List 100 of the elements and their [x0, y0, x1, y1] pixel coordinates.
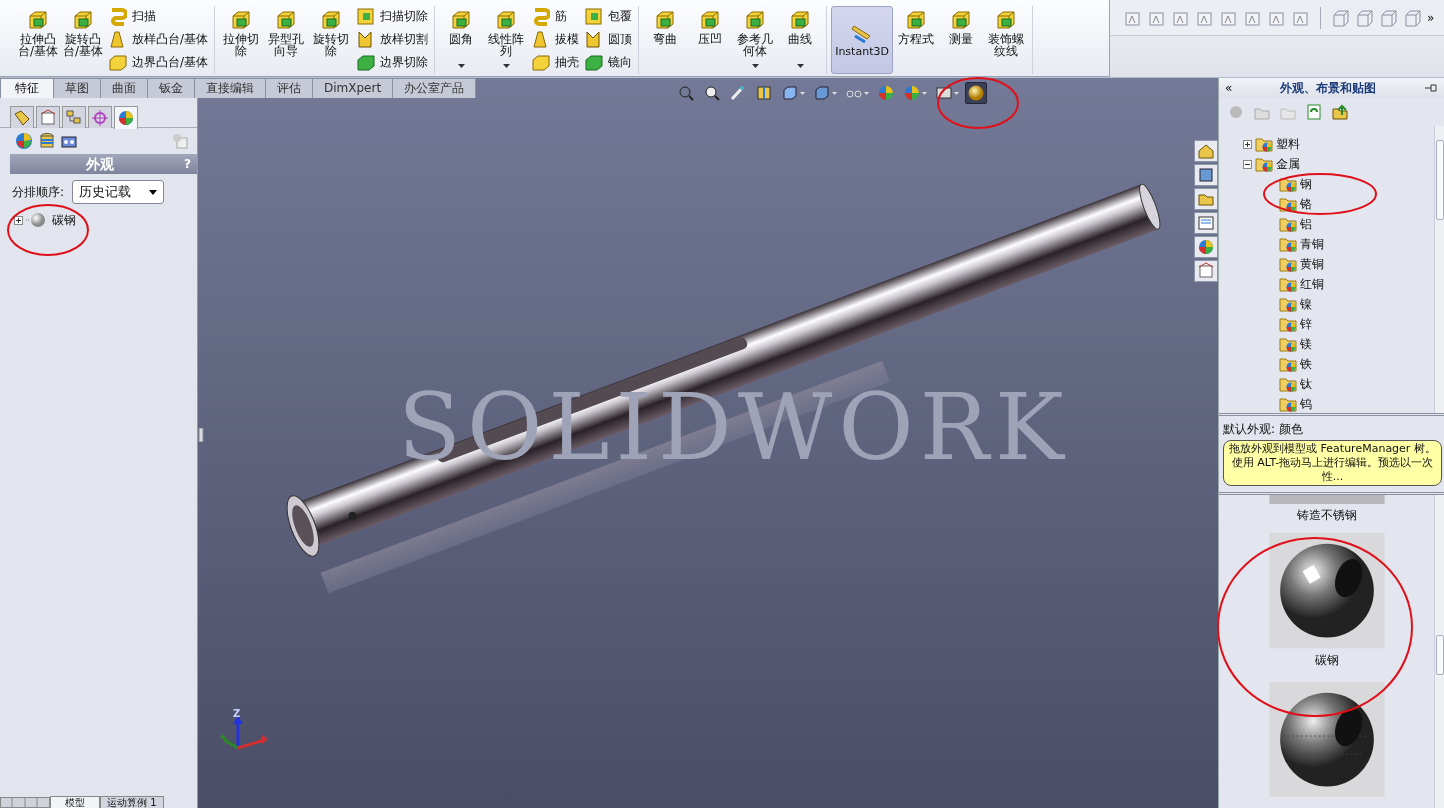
pin-icon[interactable] [1424, 83, 1438, 93]
command-button[interactable]: 圆角 [439, 6, 484, 74]
expand-icon[interactable] [14, 215, 23, 225]
view-icon [903, 84, 921, 102]
tool-button[interactable]: 边界凸台/基体 [108, 52, 209, 72]
command-button[interactable]: 曲线 [778, 6, 823, 74]
cylinder-icon[interactable] [38, 132, 56, 150]
collapse-button[interactable]: « [1225, 79, 1233, 97]
tree-item[interactable]: 碳钢 [52, 211, 76, 229]
tool-button[interactable]: 放样切割 [356, 29, 429, 49]
toolbar-icon[interactable] [1331, 9, 1349, 27]
bottom-tab[interactable]: 模型 [50, 795, 100, 808]
tree-item[interactable]: 镁 [1300, 335, 1312, 353]
toolbar-icon[interactable] [1124, 9, 1142, 27]
tree-item[interactable]: 铁 [1300, 355, 1312, 373]
command-button[interactable]: 测量 [939, 6, 984, 74]
folder-icon [1279, 335, 1297, 353]
feature-tab[interactable]: 钣金 [147, 78, 195, 98]
toolbar-icon[interactable] [1196, 9, 1214, 27]
toolbar-icon[interactable] [1305, 103, 1323, 121]
view-icon [781, 84, 799, 102]
manager-tab[interactable] [10, 106, 34, 128]
tool-button[interactable]: 拔模 [531, 29, 580, 49]
tree-item[interactable]: 黄铜 [1300, 255, 1324, 273]
manager-tab[interactable] [88, 106, 112, 128]
tool-button[interactable]: 筋 [531, 6, 580, 26]
folder-icon [1279, 235, 1297, 253]
command-button[interactable]: 方程式 [894, 6, 939, 74]
tool-button[interactable]: 圆顶 [584, 29, 633, 49]
tree-item[interactable]: 钛 [1300, 375, 1312, 393]
toolbar-icon[interactable] [1355, 9, 1373, 27]
toolbar-icon[interactable] [1331, 103, 1349, 121]
command-button[interactable]: 线性阵列 [484, 6, 529, 74]
tool-button[interactable]: 扫描 [108, 6, 209, 26]
view-icon [755, 84, 773, 102]
view-tool-button[interactable] [965, 82, 987, 104]
command-button[interactable]: 旋转切除 [309, 6, 354, 74]
tool-button[interactable]: 扫描切除 [356, 6, 429, 26]
command-button[interactable]: 异型孔向导 [264, 6, 309, 74]
tree-item[interactable]: 红铜 [1300, 275, 1324, 293]
toolbar-icon[interactable] [1268, 9, 1286, 27]
feature-tab[interactable]: 办公室产品 [392, 78, 477, 98]
navigation-buttons[interactable] [0, 796, 50, 808]
tree-item[interactable]: 青铜 [1300, 235, 1324, 253]
feature-tab[interactable]: DimXpert [312, 78, 394, 98]
task-pane-icon[interactable] [1197, 262, 1215, 280]
feature-tab[interactable]: 曲面 [100, 78, 148, 98]
folder-icon [1279, 395, 1297, 413]
feature-tab[interactable]: 草图 [53, 78, 101, 98]
task-pane-icon[interactable] [1197, 166, 1215, 184]
pane-title: 外观、布景和贴图 [1279, 80, 1378, 97]
bottom-tab[interactable]: 运动算例 1 [100, 795, 164, 808]
collapse-icon[interactable] [1243, 159, 1252, 169]
folder-icon [1279, 255, 1297, 273]
appearance-icon[interactable] [14, 131, 34, 151]
command-button[interactable]: Instant3D [831, 6, 894, 74]
tool-button[interactable]: 镜向 [584, 52, 633, 72]
caret-icon [149, 189, 158, 195]
overflow-button[interactable]: » [1427, 9, 1435, 27]
command-button[interactable]: 弯曲 [643, 6, 688, 74]
command-button[interactable]: 参考几何体 [733, 6, 778, 74]
task-pane-icon[interactable] [1197, 142, 1215, 160]
manager-tab[interactable] [114, 106, 138, 129]
command-button[interactable]: 装饰螺纹线 [984, 6, 1029, 74]
manager-tab[interactable] [62, 106, 86, 128]
tree-item[interactable]: 钢 [1300, 175, 1312, 193]
tool-button[interactable]: 抽壳 [531, 52, 580, 72]
toolbar-icon[interactable] [1148, 9, 1166, 27]
toolbar-icon[interactable] [1172, 9, 1190, 27]
toolbar-icon[interactable] [1292, 9, 1310, 27]
default-appearance-label: 默认外观: 颜色 [1222, 421, 1304, 438]
tree-item[interactable]: 镍 [1300, 295, 1312, 313]
command-button[interactable]: 压凹 [688, 6, 733, 74]
task-pane-icon[interactable] [1197, 238, 1215, 256]
tree-item[interactable]: 金属 [1276, 155, 1300, 173]
task-pane-icon[interactable] [1197, 214, 1215, 232]
sort-dropdown[interactable]: 历史记载 [72, 180, 165, 204]
tree-item[interactable]: 钨 [1300, 395, 1312, 413]
feature-tab[interactable]: 特征 [0, 78, 54, 98]
tool-button[interactable]: 包覆 [584, 6, 633, 26]
tool-button[interactable]: 放样凸台/基体 [108, 29, 209, 49]
toolbar-icon[interactable] [1244, 9, 1262, 27]
toolbar-icon[interactable] [1379, 9, 1397, 27]
manager-tab[interactable] [36, 106, 60, 128]
tree-item[interactable]: 锌 [1300, 315, 1312, 333]
command-button[interactable]: 旋转凸台/基体 [61, 6, 105, 74]
tree-item[interactable]: 塑料 [1276, 135, 1300, 153]
tree-item[interactable]: 铬 [1300, 195, 1312, 213]
caret-icon [864, 91, 869, 95]
tool-button[interactable]: 边界切除 [356, 52, 429, 72]
toolbar-icon[interactable] [1220, 9, 1238, 27]
command-button[interactable]: 拉伸切除 [219, 6, 264, 74]
feature-tab[interactable]: 评估 [265, 78, 313, 98]
folder-icon [1279, 295, 1297, 313]
command-button[interactable]: 拉伸凸台/基体 [16, 6, 60, 74]
tree-item[interactable]: 铝 [1300, 215, 1312, 233]
toolbar-icon[interactable] [1403, 9, 1421, 27]
expand-icon[interactable] [1243, 139, 1252, 149]
caret-icon [502, 63, 510, 68]
feature-tab[interactable]: 直接编辑 [194, 78, 266, 98]
